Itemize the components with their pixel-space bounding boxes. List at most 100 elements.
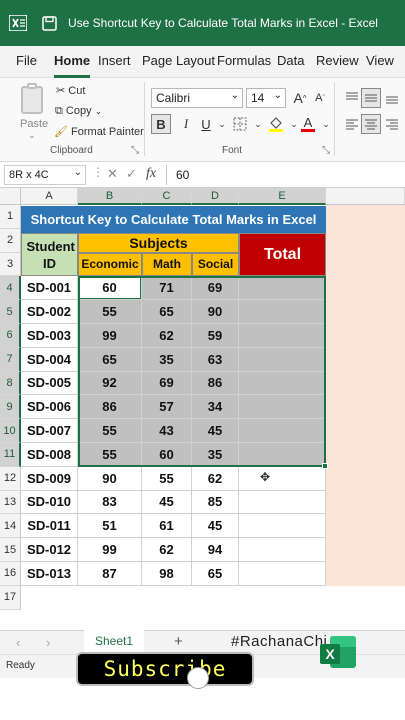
enter-icon[interactable]: ✓ xyxy=(126,166,137,182)
insert-function-button[interactable]: fx xyxy=(146,166,156,182)
total-cell[interactable] xyxy=(239,276,326,301)
subject-header-math[interactable]: Math xyxy=(142,252,192,277)
row-header-17[interactable]: 17 xyxy=(0,585,21,610)
column-header-c[interactable]: C xyxy=(142,188,192,205)
align-top-icon[interactable] xyxy=(342,88,362,108)
total-cell[interactable] xyxy=(239,443,326,467)
chevron-down-icon[interactable]: ⌄ xyxy=(212,114,232,134)
student-id-cell[interactable]: SD-008 xyxy=(21,443,78,467)
marks-cell[interactable]: 92 xyxy=(78,371,142,396)
marks-cell[interactable]: 59 xyxy=(192,324,239,348)
marks-cell[interactable]: 69 xyxy=(192,276,239,301)
subjects-header[interactable]: Subjects xyxy=(78,232,239,253)
menu-home[interactable]: Home xyxy=(54,53,91,78)
column-header-e[interactable]: E xyxy=(239,188,326,205)
add-sheet-button[interactable]: + xyxy=(174,633,183,650)
row-header-14[interactable]: 14 xyxy=(0,514,21,539)
formula-input[interactable]: 60 xyxy=(176,168,189,182)
cancel-icon[interactable]: ✕ xyxy=(107,166,118,182)
marks-cell[interactable]: 85 xyxy=(192,490,239,515)
marks-cell[interactable]: 63 xyxy=(192,347,239,372)
total-cell[interactable] xyxy=(239,514,326,539)
row-header-10[interactable]: 10 xyxy=(0,419,21,443)
marks-cell[interactable]: 99 xyxy=(78,324,142,348)
student-id-cell[interactable]: SD-007 xyxy=(21,419,78,443)
shrink-font-button[interactable]: Aˇ xyxy=(310,88,330,108)
total-cell[interactable] xyxy=(239,466,326,491)
total-cell[interactable] xyxy=(239,562,326,586)
marks-cell[interactable]: 87 xyxy=(78,562,142,586)
marks-cell[interactable]: 86 xyxy=(78,395,142,420)
marks-cell[interactable]: 34 xyxy=(192,395,239,420)
prev-sheet-icon[interactable]: ‹ xyxy=(16,635,20,650)
align-bottom-icon[interactable] xyxy=(382,88,402,108)
align-center-icon[interactable] xyxy=(361,114,381,134)
total-cell[interactable] xyxy=(239,324,326,348)
student-id-cell[interactable]: SD-012 xyxy=(21,538,78,562)
marks-cell[interactable]: 55 xyxy=(78,443,142,467)
save-icon[interactable] xyxy=(39,13,59,33)
font-color-icon[interactable]: A xyxy=(298,114,318,134)
column-header-d[interactable]: D xyxy=(192,188,239,205)
student-id-cell[interactable]: SD-004 xyxy=(21,347,78,372)
row-header-12[interactable]: 12 xyxy=(0,466,21,491)
marks-cell[interactable]: 65 xyxy=(78,347,142,372)
paste-button[interactable]: Paste ⌄ xyxy=(12,82,52,140)
student-id-cell[interactable]: SD-011 xyxy=(21,514,78,539)
chevron-down-icon[interactable]: ⌄ xyxy=(316,114,336,134)
row-header-3[interactable]: 3 xyxy=(0,252,21,277)
student-id-cell[interactable]: SD-009 xyxy=(21,466,78,491)
marks-cell[interactable]: 90 xyxy=(78,466,142,491)
menu-formulas[interactable]: Formulas xyxy=(217,53,271,68)
row-header-7[interactable]: 7 xyxy=(0,347,21,372)
chevron-down-icon[interactable]: ⌄ xyxy=(248,114,268,134)
marks-cell[interactable]: 55 xyxy=(78,300,142,324)
column-header-a[interactable]: A xyxy=(21,188,78,205)
row-header-2[interactable]: 2 xyxy=(0,228,21,253)
name-box[interactable]: 8R x 4C ⌄ xyxy=(4,165,86,185)
marks-cell[interactable]: 69 xyxy=(142,371,192,396)
bold-button[interactable]: B xyxy=(151,114,171,134)
marks-cell[interactable]: 35 xyxy=(142,347,192,372)
row-header-16[interactable]: 16 xyxy=(0,562,21,586)
font-launcher-icon[interactable]: ⤡ xyxy=(322,145,330,156)
marks-cell[interactable]: 86 xyxy=(192,371,239,396)
row-header-15[interactable]: 15 xyxy=(0,538,21,562)
marks-cell[interactable]: 62 xyxy=(142,324,192,348)
total-cell[interactable] xyxy=(239,300,326,324)
copy-button[interactable]: ⧉ Copy ⌄ xyxy=(55,105,102,118)
menu-data[interactable]: Data xyxy=(277,53,304,68)
marks-cell[interactable]: 98 xyxy=(142,562,192,586)
total-cell[interactable] xyxy=(239,371,326,396)
menu-view[interactable]: View xyxy=(366,53,394,68)
row-header-6[interactable]: 6 xyxy=(0,324,21,348)
student-id-cell[interactable]: SD-013 xyxy=(21,562,78,586)
row-header-4[interactable]: 4 xyxy=(0,276,21,301)
total-cell[interactable] xyxy=(239,347,326,372)
marks-cell[interactable]: 43 xyxy=(142,419,192,443)
row-header-11[interactable]: 11 xyxy=(0,443,21,467)
font-size-select[interactable]: 14 ⌄ xyxy=(246,88,286,108)
marks-cell[interactable]: 35 xyxy=(192,443,239,467)
fill-color-icon[interactable] xyxy=(266,114,286,134)
marks-cell[interactable]: 45 xyxy=(192,514,239,539)
select-all-corner[interactable] xyxy=(0,188,21,205)
row-header-9[interactable]: 9 xyxy=(0,395,21,420)
align-right-icon[interactable] xyxy=(382,114,402,134)
row-header-5[interactable]: 5 xyxy=(0,300,21,324)
student-id-header[interactable]: Student ID xyxy=(21,232,78,277)
marks-cell[interactable]: 65 xyxy=(192,562,239,586)
subject-header-social[interactable]: Social xyxy=(192,252,239,277)
worksheet-grid[interactable]: A B C D E 1 2 3 4 5 6 7 8 9 10 11 12 13 14 15 16 17 Shortcut K… xyxy=(0,188,405,630)
marks-cell[interactable]: 83 xyxy=(78,490,142,515)
subscribe-button[interactable]: Subscribe xyxy=(76,652,254,686)
marks-cell[interactable]: 45 xyxy=(192,419,239,443)
marks-cell[interactable]: 60 xyxy=(142,443,192,467)
fill-handle[interactable] xyxy=(322,462,328,469)
next-sheet-icon[interactable]: › xyxy=(46,635,50,650)
student-id-cell[interactable]: SD-002 xyxy=(21,300,78,324)
align-left-icon[interactable] xyxy=(342,114,362,134)
grow-font-button[interactable]: A ^ xyxy=(290,88,310,108)
cut-button[interactable]: ✂ Cut xyxy=(56,84,85,97)
student-id-cell[interactable]: SD-010 xyxy=(21,490,78,515)
